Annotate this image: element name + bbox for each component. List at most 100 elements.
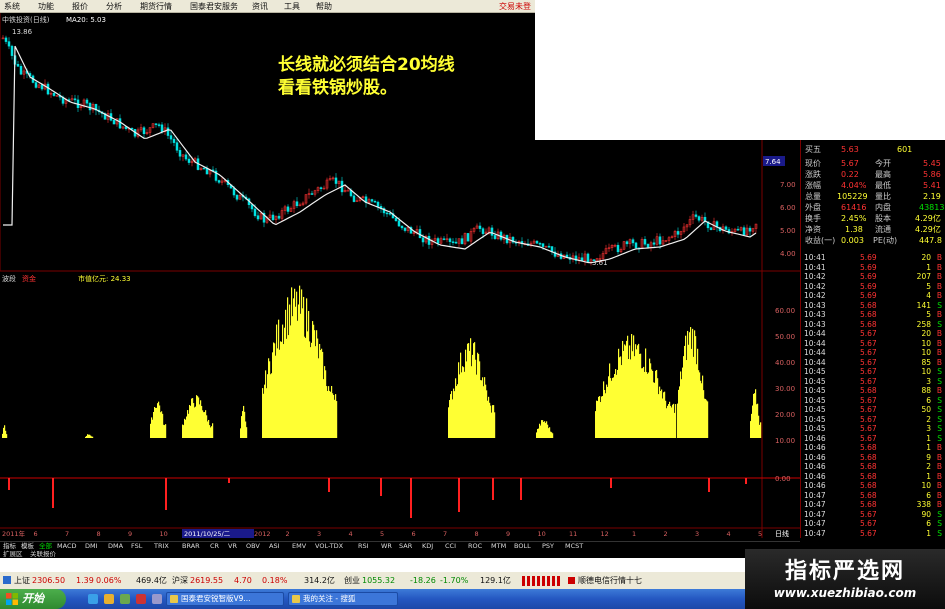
indicator-tab[interactable]: 指标 bbox=[3, 542, 16, 550]
menu-item-quote[interactable]: 报价 bbox=[72, 1, 88, 12]
ie-icon[interactable] bbox=[88, 594, 98, 604]
candle bbox=[652, 242, 656, 245]
candle bbox=[385, 212, 389, 215]
candle bbox=[46, 83, 50, 95]
indicator-tab[interactable]: MACD bbox=[57, 542, 76, 550]
indicator-tab[interactable]: BOLL bbox=[514, 542, 531, 550]
menu-item-system[interactable]: 系统 bbox=[4, 1, 20, 12]
trade-volume: 258 bbox=[916, 319, 931, 329]
indicator-tab[interactable]: ASI bbox=[269, 542, 280, 550]
flow-out-spike bbox=[520, 478, 522, 500]
indicator-tab[interactable]: OBV bbox=[246, 542, 260, 550]
trade-row: 10:47 5.68 338 B bbox=[800, 500, 945, 510]
trade-price: 5.67 bbox=[860, 367, 877, 376]
index-icon bbox=[3, 576, 11, 584]
quote-row-volume: 总量 105229 量比 2.19 bbox=[805, 192, 941, 201]
taskbar-item-trading[interactable]: 国泰君安锐智版V9... bbox=[166, 592, 284, 606]
indicator-tab[interactable]: DMI bbox=[85, 542, 98, 550]
indicator-tab[interactable]: BRAR bbox=[182, 542, 200, 550]
trade-direction: S bbox=[937, 433, 942, 443]
candle bbox=[310, 193, 314, 195]
indicator-tab[interactable]: EMV bbox=[292, 542, 306, 550]
tab-extension[interactable]: 扩展区 bbox=[3, 550, 23, 558]
trade-direction: S bbox=[937, 376, 942, 386]
trade-time: 10:42 bbox=[804, 281, 826, 291]
hs-amount: 314.2亿 bbox=[304, 576, 335, 585]
candle bbox=[592, 259, 596, 261]
indicator-tab[interactable]: RSI bbox=[358, 542, 369, 550]
quote-row-eps: 收益(一) 0.003 PE(动) 447.8 bbox=[805, 236, 942, 245]
indicator-tab[interactable]: 模板 bbox=[21, 542, 34, 550]
flow-out-spike bbox=[610, 478, 612, 488]
candle bbox=[547, 245, 551, 248]
flow-bar bbox=[760, 422, 762, 438]
indicator-tab[interactable]: SAR bbox=[399, 542, 412, 550]
indicator-tab[interactable]: WR bbox=[381, 542, 392, 550]
trade-volume: 85 bbox=[921, 357, 931, 367]
sub-tick: 20.00 bbox=[775, 411, 795, 419]
date-tick: 7 bbox=[443, 530, 447, 538]
candle bbox=[742, 227, 746, 236]
start-button[interactable]: 开始 bbox=[0, 589, 66, 609]
menu-item-futures[interactable]: 期货行情 bbox=[140, 1, 172, 12]
indicator-tab[interactable]: CCI bbox=[445, 542, 456, 550]
desktop-icon[interactable] bbox=[152, 594, 162, 604]
indicator-tab[interactable]: TRIX bbox=[154, 542, 169, 550]
cy-amount: 129.1亿 bbox=[480, 576, 511, 585]
indicator-tab[interactable]: FSL bbox=[131, 542, 142, 550]
trade-direction: S bbox=[937, 424, 942, 433]
indicator-tab[interactable]: ROC bbox=[468, 542, 482, 550]
sub-zero-tick: 0.00 bbox=[775, 475, 791, 483]
indicator-tab[interactable]: MTM bbox=[491, 542, 506, 550]
date-tick: 9 bbox=[128, 530, 132, 538]
indicator-tab[interactable]: VR bbox=[228, 542, 237, 550]
menu-item-news[interactable]: 资讯 bbox=[252, 1, 268, 12]
kline-chart[interactable]: 中铁投资(日线) MA20: 5.03 13.86 3.61 长线就必须结合20… bbox=[0, 13, 800, 538]
indicator-tab[interactable]: MCST bbox=[565, 542, 583, 550]
price-tick: 6.00 bbox=[780, 204, 796, 212]
trade-ticks-list[interactable]: 10:41 5.69 20 B 10:41 5.69 1 B 10:42 5.69 207 B 10:4… bbox=[800, 253, 945, 538]
trade-time: 10:46 bbox=[804, 462, 826, 471]
menu-item-service[interactable]: 国泰君安服务 bbox=[190, 1, 238, 12]
trade-price: 5.68 bbox=[860, 500, 877, 509]
ma-label: MA20: 5.03 bbox=[66, 16, 106, 24]
folder-icon[interactable] bbox=[104, 594, 114, 604]
indicator-tab[interactable]: PSY bbox=[542, 542, 554, 550]
menu-item-function[interactable]: 功能 bbox=[38, 1, 54, 12]
trade-price: 5.67 bbox=[860, 338, 877, 348]
indicator-tab[interactable]: 全部 bbox=[39, 542, 52, 550]
candle bbox=[160, 124, 164, 132]
stock-label: 中铁投资(日线) bbox=[2, 15, 50, 24]
flow-bar bbox=[552, 433, 554, 438]
trade-volume: 141 bbox=[916, 300, 931, 310]
cy-label[interactable]: 创业 bbox=[344, 572, 360, 589]
trade-login-status[interactable]: 交易未登 bbox=[499, 1, 531, 12]
candle bbox=[625, 241, 629, 245]
indicator-tab[interactable]: VOL-TDX bbox=[315, 542, 343, 550]
indicator-tab[interactable]: DMA bbox=[108, 542, 123, 550]
media-icon[interactable] bbox=[136, 594, 146, 604]
period-label[interactable]: 日线 bbox=[775, 529, 789, 538]
trade-direction: B bbox=[936, 452, 942, 462]
price-tick: 7.64 bbox=[765, 158, 781, 166]
menu-item-analysis[interactable]: 分析 bbox=[106, 1, 122, 12]
menu-item-help[interactable]: 帮助 bbox=[316, 1, 332, 12]
sh-label[interactable]: 上证 bbox=[14, 572, 30, 589]
indicator-tab[interactable]: CR bbox=[210, 542, 219, 550]
date-tick: 12 bbox=[601, 530, 609, 538]
menu-item-tools[interactable]: 工具 bbox=[284, 1, 300, 12]
candle bbox=[217, 180, 221, 183]
trade-time: 10:47 bbox=[804, 509, 826, 519]
candle bbox=[460, 238, 464, 245]
app-icon[interactable] bbox=[120, 594, 130, 604]
hs-value: 2619.55 bbox=[190, 576, 224, 585]
indicator-tab[interactable]: KDJ bbox=[422, 542, 433, 550]
flow-out-spike bbox=[380, 478, 382, 496]
candle bbox=[724, 226, 728, 230]
trade-time: 10:43 bbox=[804, 310, 826, 319]
taskbar-item-browser[interactable]: 我的关注 - 搜狐 bbox=[288, 592, 398, 606]
news-ticker[interactable]: 顺德电信行情十七 bbox=[578, 572, 642, 589]
tab-related-quote[interactable]: 关联报价 bbox=[30, 550, 56, 558]
hs-label[interactable]: 沪深 bbox=[172, 572, 188, 589]
candle bbox=[256, 215, 260, 220]
